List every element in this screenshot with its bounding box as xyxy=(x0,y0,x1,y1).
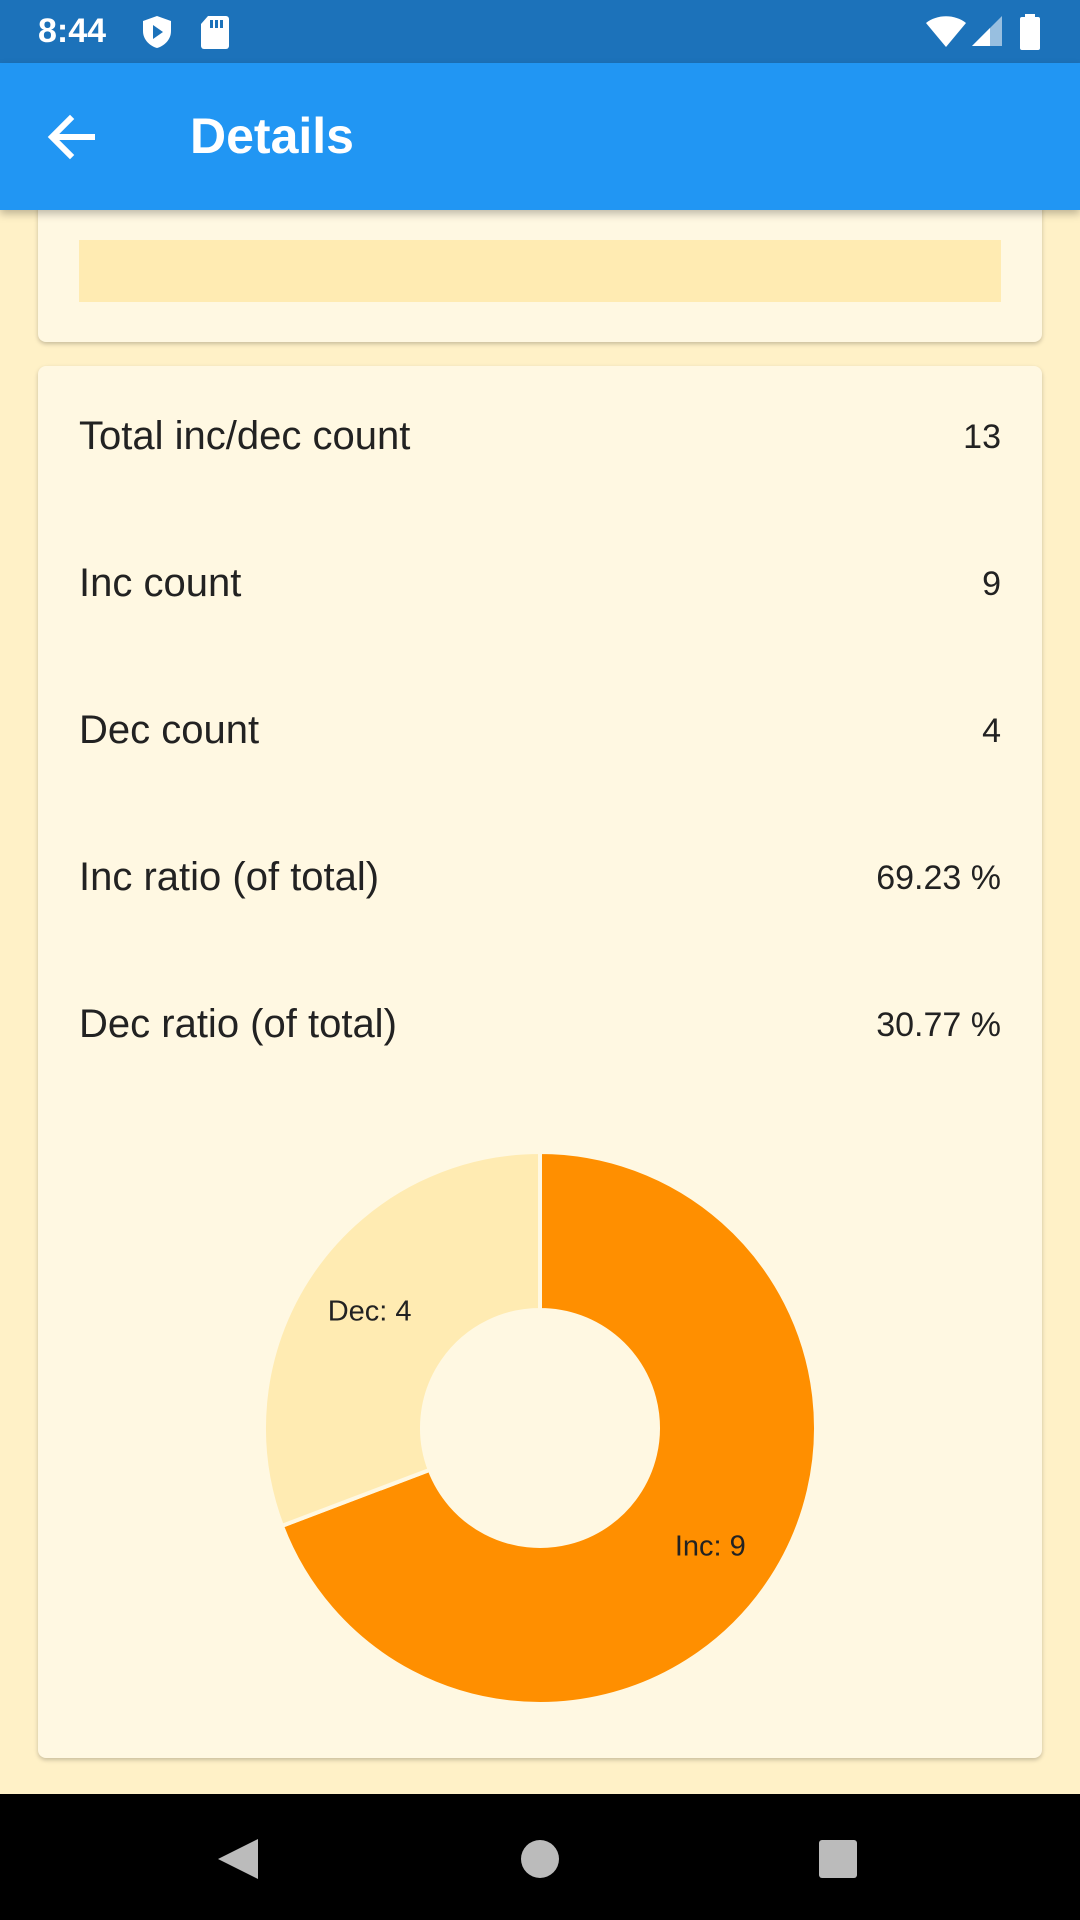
navigation-bar xyxy=(0,1794,1080,1920)
stats-card: Total inc/dec count 13 Inc count 9 Dec c… xyxy=(38,366,1042,1758)
donut-chart: Inc: 9 Dec: 4 xyxy=(262,1149,818,1706)
donut-slice-dec xyxy=(262,1149,542,1529)
donut-label-inc: Inc: 9 xyxy=(675,1531,746,1563)
summary-card xyxy=(38,200,1042,342)
back-triangle-icon[interactable] xyxy=(202,1824,272,1894)
status-bar: 8:44 xyxy=(0,0,1080,63)
back-button[interactable] xyxy=(40,107,106,167)
sd-card-icon xyxy=(201,16,229,49)
highlight-strip xyxy=(79,240,1001,302)
page-title: Details xyxy=(190,108,354,164)
recents-square-icon[interactable] xyxy=(803,1824,873,1894)
cell-signal-icon xyxy=(972,16,1002,46)
app-bar: Details xyxy=(0,63,1080,210)
home-circle-icon[interactable] xyxy=(505,1824,575,1894)
arrow-left-icon xyxy=(47,114,95,160)
wifi-icon xyxy=(926,16,966,47)
battery-icon xyxy=(1020,14,1040,50)
status-time: 8:44 xyxy=(38,12,107,50)
donut-label-dec: Dec: 4 xyxy=(328,1295,412,1327)
shield-icon xyxy=(143,16,171,48)
